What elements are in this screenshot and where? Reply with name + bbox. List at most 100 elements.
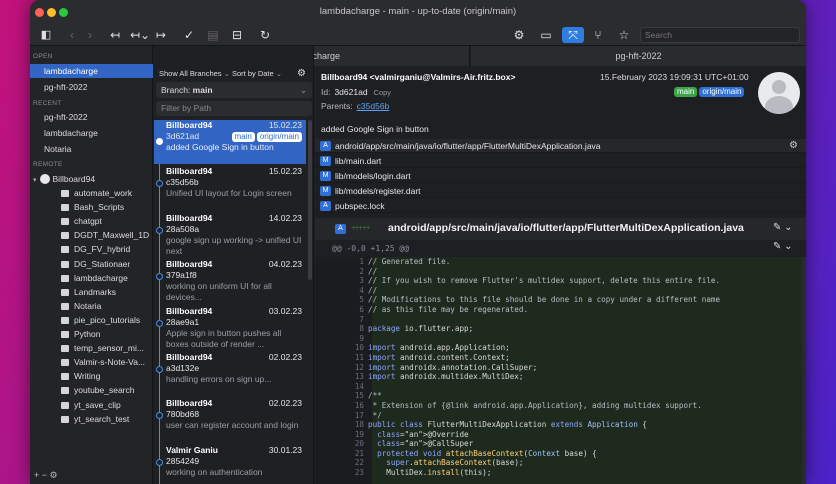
code-line: 19 class="an">@Override: [315, 430, 720, 440]
code-line: 16 * Extension of {@link android.app.App…: [315, 401, 720, 411]
sidebar-toggle-icon[interactable]: ◧: [38, 27, 54, 43]
file-row[interactable]: Mlib/models/register.dart: [315, 184, 806, 198]
parent-commit-link[interactable]: c35d56b: [357, 101, 390, 111]
commit-list-scrollbar[interactable]: [308, 120, 312, 280]
commit-filters: Show All Branches ⌄ Sort by Date ⌄ ⚙: [154, 66, 314, 82]
added-icon: A: [320, 201, 331, 211]
badge-origin-main[interactable]: origin/main: [699, 87, 745, 97]
commit-row[interactable]: Billboard94 04.02.23 379a1f8 working on uni…: [154, 259, 306, 303]
filter-path-input[interactable]: Filter by Path: [156, 101, 312, 116]
line-number: 17: [354, 410, 364, 420]
commit-badge[interactable]: origin/main: [256, 132, 302, 142]
graph-view-icon[interactable]: ⤧: [562, 27, 584, 43]
line-number: 9: [359, 333, 364, 343]
commit-message: Unified UI layout for Login screen: [166, 188, 292, 198]
file-row[interactable]: Apubspec.lock: [315, 199, 806, 213]
show-branches-dropdown[interactable]: Show All Branches: [159, 69, 222, 78]
remote-repo-item[interactable]: yt_search_test: [30, 412, 153, 426]
line-number: 1: [359, 257, 364, 266]
sidebar-recent-lambdacharge[interactable]: lambdacharge: [30, 126, 153, 140]
code-line: 21 protected void attachBaseContext(Cont…: [315, 449, 720, 459]
search-input[interactable]: Search: [640, 27, 800, 43]
code-text: MultiDex.install(this);: [368, 468, 492, 478]
remote-repo-item[interactable]: Landmarks: [30, 285, 153, 299]
chevron-down-icon: ⌄: [299, 85, 307, 95]
redo-icon[interactable]: ↦: [154, 27, 168, 43]
hunk-edit-icon[interactable]: ✎ ⌄: [773, 241, 793, 252]
commit-date: 03.02.23: [268, 306, 302, 316]
remote-repo-label: DG_FV_hybrid: [74, 244, 131, 255]
commit-message: handling errors on sign up...: [166, 374, 272, 384]
tab-pg-hft-2022[interactable]: pg-hft-2022: [471, 46, 806, 66]
branch-icon[interactable]: ⑂: [590, 27, 606, 43]
file-row[interactable]: Aandroid/app/src/main/java/io/flutter/ap…: [315, 139, 806, 153]
sidebar-recent-pg-hft-2022[interactable]: pg-hft-2022: [30, 110, 153, 124]
code-line: 14: [315, 382, 720, 392]
repository-icon: [61, 387, 69, 395]
remote-repo-item[interactable]: Bash_Scripts: [30, 200, 153, 214]
remote-account-row[interactable]: ▾ Billboard94: [30, 172, 153, 186]
remote-repo-label: yt_save_clip: [74, 399, 121, 410]
repository-icon: [61, 345, 69, 353]
settings-gear-icon[interactable]: ⚙: [511, 27, 527, 43]
files-gear-icon[interactable]: ⚙: [789, 139, 798, 153]
commit-date: 02.02.23: [268, 352, 302, 362]
file-path: lib/models/register.dart: [335, 186, 421, 196]
commit-row[interactable]: Billboard94 02.02.23 a3d132e handling error…: [154, 352, 306, 396]
remote-repo-item[interactable]: youtube_search: [30, 383, 153, 397]
branch-selector[interactable]: Branch: main ⌄: [156, 82, 312, 98]
remote-repo-item[interactable]: temp_sensor_mi...: [30, 341, 153, 355]
remote-repo-item[interactable]: pie_pico_tutorials: [30, 313, 153, 327]
remote-repo-item[interactable]: DG_Stationaer: [30, 257, 153, 271]
commit-check-icon[interactable]: ✓: [182, 27, 196, 43]
commit-message: added Google Sign in button: [166, 142, 274, 152]
diff-file-name: android/app/src/main/java/io/flutter/app…: [388, 222, 744, 234]
archive-icon[interactable]: ⊟: [230, 27, 244, 43]
sidebar-open-lambdacharge[interactable]: lambdacharge: [30, 64, 153, 78]
back-icon[interactable]: ‹: [66, 27, 78, 43]
remote-repo-item[interactable]: Valmir-s-Note-Va...: [30, 355, 153, 369]
star-icon[interactable]: ☆: [616, 27, 632, 43]
commit-badge[interactable]: main: [231, 132, 255, 142]
file-row[interactable]: Mlib/main.dart: [315, 154, 806, 168]
list-gear-icon[interactable]: ⚙: [297, 66, 306, 82]
remote-repo-item[interactable]: DGDT_Maxwell_1D: [30, 228, 153, 242]
commit-row[interactable]: Billboard94 03.02.23 28ae9a1 Apple sign in …: [154, 306, 306, 350]
commit-detail-panel: Billboard94 <valmirganiu@Valmirs-Air.fri…: [315, 66, 806, 484]
remote-repo-item[interactable]: Notaria: [30, 299, 153, 313]
badge-main[interactable]: main: [674, 87, 698, 97]
remote-repo-item[interactable]: yt_save_clip: [30, 398, 153, 412]
refresh-icon[interactable]: ↻: [258, 27, 272, 43]
undo-icon[interactable]: ↤: [108, 27, 122, 43]
remote-repo-item[interactable]: DG_FV_hybrid: [30, 242, 153, 256]
sidebar-recent-notaria[interactable]: Notaria: [30, 142, 153, 156]
commit-row[interactable]: Billboard94 15.02.23 c35d56b Unified UI lay…: [154, 166, 306, 210]
sidebar-bottom-controls[interactable]: + − ⚙: [34, 470, 58, 481]
sort-dropdown[interactable]: Sort by Date: [232, 69, 274, 78]
commit-row[interactable]: Billboard94 14.02.23 28a508a google sign up…: [154, 213, 306, 257]
detail-parents-row: Parents: c35d56b: [321, 101, 389, 111]
code-line: 2 //: [315, 267, 720, 277]
diff-scrollbar[interactable]: [802, 257, 806, 484]
undo-menu-icon[interactable]: ↤⌄: [130, 27, 150, 43]
remote-repo-item[interactable]: automate_work: [30, 186, 153, 200]
stash-icon[interactable]: ▤: [206, 27, 220, 43]
layout-icon[interactable]: ▭: [538, 27, 554, 43]
remote-account-label: Billboard94: [52, 174, 96, 184]
line-number: 19: [354, 429, 364, 439]
remote-repo-item[interactable]: chatgpt: [30, 214, 153, 228]
remote-repo-label: Landmarks: [74, 286, 117, 297]
remote-repo-item[interactable]: Python: [30, 327, 153, 341]
sidebar-open-pg-hft-2022[interactable]: pg-hft-2022: [30, 80, 153, 94]
edit-pencil-icon[interactable]: ✎ ⌄: [773, 222, 793, 233]
file-row[interactable]: Mlib/models/login.dart: [315, 169, 806, 183]
commit-node-icon: [156, 459, 163, 466]
remote-repo-item[interactable]: lambdacharge: [30, 271, 153, 285]
commit-row[interactable]: Billboard94 15.02.23 3d621ad added Google S…: [154, 120, 306, 164]
forward-icon[interactable]: ›: [84, 27, 96, 43]
remote-repo-item[interactable]: Writing: [30, 369, 153, 383]
commit-row[interactable]: Valmir Ganiu 30.01.23 2854249 working on au…: [154, 445, 306, 484]
remote-repo-label: DGDT_Maxwell_1D: [74, 230, 150, 241]
commit-row[interactable]: Billboard94 02.02.23 780bd68 user can regis…: [154, 398, 306, 442]
copy-button[interactable]: Copy: [374, 88, 392, 97]
